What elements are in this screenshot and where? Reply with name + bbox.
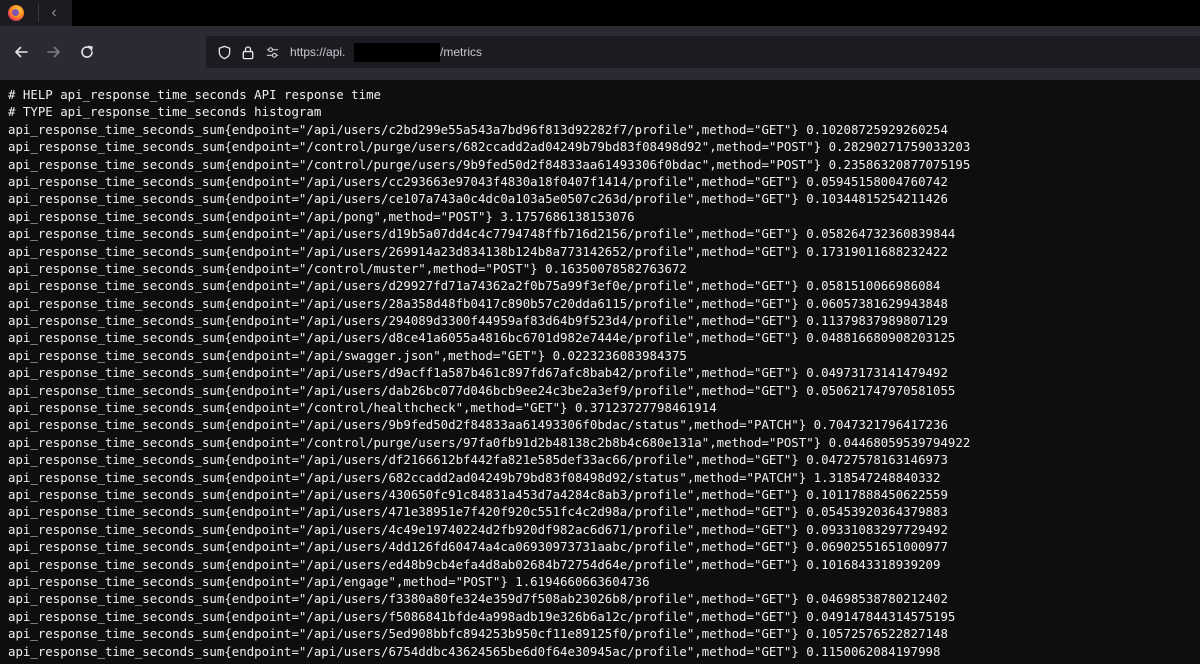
- tab-scroll-left-icon[interactable]: ‹: [46, 3, 62, 23]
- metric-line: api_response_time_seconds_sum{endpoint="…: [8, 608, 956, 624]
- metric-line: api_response_time_seconds_sum{endpoint="…: [8, 434, 971, 450]
- forward-arrow-icon: [47, 46, 60, 58]
- metric-line: api_response_time_seconds_sum{endpoint="…: [8, 278, 941, 294]
- tab-strip: ‹: [0, 0, 1200, 26]
- reload-icon: [81, 45, 93, 58]
- metric-line: api_response_time_seconds_sum{endpoint="…: [8, 591, 948, 607]
- metric-line: api_response_time_seconds_sum{endpoint="…: [8, 469, 941, 485]
- permissions-icon[interactable]: [264, 44, 280, 60]
- metric-line: api_response_time_seconds_sum{endpoint="…: [8, 330, 956, 346]
- browser-window: ‹ https://api. /metrics # HELP api_respo…: [0, 0, 1200, 664]
- url-path: /metrics: [440, 45, 482, 59]
- lock-icon[interactable]: [240, 44, 256, 60]
- metric-line: api_response_time_seconds_sum{endpoint="…: [8, 643, 941, 659]
- metric-line: api_response_time_seconds_sum{endpoint="…: [8, 417, 948, 433]
- metric-line: api_response_time_seconds_sum{endpoint="…: [8, 556, 941, 572]
- active-tab-redacted[interactable]: [72, 0, 1200, 26]
- metric-line: api_response_time_seconds_sum{endpoint="…: [8, 347, 687, 363]
- metric-line: api_response_time_seconds_sum{endpoint="…: [8, 208, 635, 224]
- navigation-toolbar: https://api. /metrics: [0, 26, 1200, 80]
- metric-line: api_response_time_seconds_sum{endpoint="…: [8, 626, 948, 642]
- metric-line: api_response_time_seconds_sum{endpoint="…: [8, 295, 948, 311]
- url-redacted-block: [354, 43, 440, 62]
- url-bar[interactable]: https://api. /metrics: [206, 36, 1200, 68]
- metric-line: api_response_time_seconds_sum{endpoint="…: [8, 486, 948, 502]
- metric-line: # TYPE api_response_time_seconds histogr…: [8, 104, 322, 120]
- forward-button[interactable]: [43, 41, 65, 63]
- back-arrow-icon: [15, 46, 28, 58]
- metric-line: api_response_time_seconds_sum{endpoint="…: [8, 313, 948, 329]
- url-prefix: https://api.: [290, 45, 346, 59]
- metric-line: api_response_time_seconds_sum{endpoint="…: [8, 191, 948, 207]
- metric-line: api_response_time_seconds_sum{endpoint="…: [8, 504, 948, 520]
- tab-separator: [38, 4, 39, 22]
- metric-line: api_response_time_seconds_sum{endpoint="…: [8, 539, 948, 555]
- metric-line: api_response_time_seconds_sum{endpoint="…: [8, 156, 971, 172]
- firefox-icon[interactable]: [8, 5, 24, 21]
- metric-line: api_response_time_seconds_sum{endpoint="…: [8, 173, 948, 189]
- metric-line: api_response_time_seconds_sum{endpoint="…: [8, 452, 948, 468]
- metric-line: api_response_time_seconds_sum{endpoint="…: [8, 139, 971, 155]
- metric-line: # HELP api_response_time_seconds API res…: [8, 87, 381, 102]
- metric-line: api_response_time_seconds_sum{endpoint="…: [8, 243, 948, 259]
- metric-line: api_response_time_seconds_sum{endpoint="…: [8, 226, 956, 242]
- metric-line: api_response_time_seconds_sum{endpoint="…: [8, 365, 948, 381]
- page-content: # HELP api_response_time_seconds API res…: [0, 80, 1200, 664]
- metric-line: api_response_time_seconds_sum{endpoint="…: [8, 121, 948, 137]
- reload-button[interactable]: [76, 41, 98, 63]
- metric-line: api_response_time_seconds_sum{endpoint="…: [8, 573, 650, 589]
- shield-icon[interactable]: [216, 44, 232, 60]
- metric-line: api_response_time_seconds_sum{endpoint="…: [8, 400, 717, 416]
- back-button[interactable]: [10, 41, 32, 63]
- metrics-text: # HELP api_response_time_seconds API res…: [8, 86, 970, 660]
- metric-line: api_response_time_seconds_sum{endpoint="…: [8, 382, 956, 398]
- metric-line: api_response_time_seconds_sum{endpoint="…: [8, 521, 948, 537]
- metric-line: api_response_time_seconds_sum{endpoint="…: [8, 260, 687, 276]
